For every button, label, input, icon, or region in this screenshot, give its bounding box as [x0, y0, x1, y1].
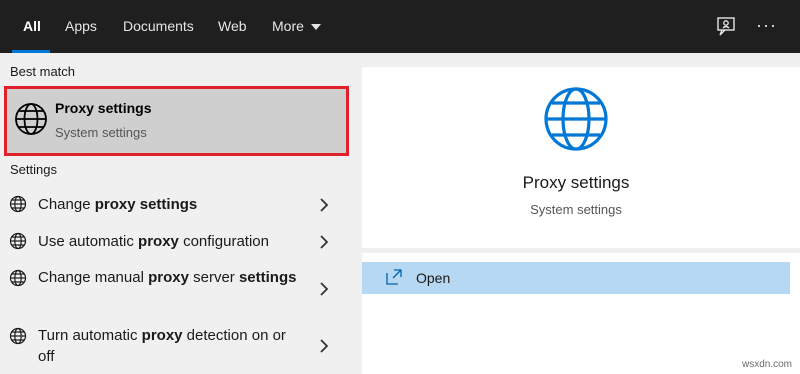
chevron-right-icon: [320, 235, 329, 249]
result-text: Change: [38, 196, 95, 213]
tab-apps[interactable]: Apps: [65, 0, 97, 53]
best-match-title: Proxy settings: [55, 100, 152, 116]
chevron-down-icon: [310, 24, 321, 31]
chevron-right-icon: [320, 282, 329, 296]
tab-all-label: All: [23, 18, 41, 34]
result-text: server: [188, 269, 239, 286]
more-options-icon[interactable]: ···: [756, 14, 780, 38]
globe-icon: [9, 232, 27, 250]
settings-result-change-proxy-settings[interactable]: Change proxy settings: [0, 191, 352, 219]
open-window-icon: [386, 269, 402, 285]
more-options-glyph: ···: [756, 15, 777, 35]
result-text: Use automatic: [38, 233, 139, 250]
detail-actions: Open wsxdn.com: [362, 253, 800, 374]
chevron-right-icon: [320, 198, 329, 212]
best-match-subtitle: System settings: [55, 125, 147, 140]
globe-icon: [9, 195, 27, 213]
result-text: configuration: [178, 233, 269, 250]
globe-icon: [544, 87, 608, 151]
result-label: Use automatic proxy configuration: [38, 231, 303, 252]
settings-result-manual-proxy-server[interactable]: Change manual proxy server settings: [0, 265, 352, 313]
feedback-icon[interactable]: [714, 14, 738, 38]
best-match-heading: Best match: [10, 64, 76, 79]
tab-apps-label: Apps: [65, 18, 97, 34]
result-match-text: proxy settings: [94, 196, 198, 213]
result-match-text: proxy: [138, 233, 179, 250]
tab-more-label: More: [272, 18, 304, 34]
result-label: Change manual proxy server settings: [38, 267, 303, 288]
result-label: Turn automatic proxy detection on or off: [38, 325, 303, 367]
watermark: wsxdn.com: [741, 359, 792, 370]
result-match-text: proxy: [141, 327, 183, 344]
result-text: Turn automatic: [38, 327, 142, 344]
tab-web-label: Web: [218, 18, 247, 34]
tab-documents-label: Documents: [123, 18, 194, 34]
result-label: Change proxy settings: [38, 194, 303, 215]
result-match-text: proxy: [148, 269, 189, 286]
chevron-right-icon: [320, 339, 329, 353]
globe-icon: [9, 269, 27, 287]
settings-result-automatic-proxy-detection[interactable]: Turn automatic proxy detection on or off: [0, 323, 352, 371]
globe-icon: [15, 103, 47, 135]
open-button[interactable]: Open: [362, 262, 790, 294]
result-text: Change manual: [38, 269, 149, 286]
tab-documents[interactable]: Documents: [123, 0, 194, 53]
open-label: Open: [416, 270, 451, 286]
detail-title: Proxy settings: [522, 173, 630, 192]
settings-result-automatic-proxy-configuration[interactable]: Use automatic proxy configuration: [0, 228, 352, 256]
result-match-text: settings: [238, 269, 297, 286]
best-match-item[interactable]: Proxy settings System settings: [4, 86, 349, 156]
tab-web[interactable]: Web: [218, 0, 247, 53]
tab-all[interactable]: All: [23, 0, 41, 53]
settings-heading: Settings: [10, 162, 57, 177]
tab-more[interactable]: More: [272, 0, 321, 53]
search-filter-bar: All Apps Documents Web More ···: [0, 0, 800, 53]
results-panel: Best match Proxy settings System setting…: [0, 53, 352, 374]
detail-subtitle: System settings: [530, 202, 622, 217]
globe-icon: [9, 327, 27, 345]
detail-preview: Proxy settings System settings: [362, 67, 800, 248]
